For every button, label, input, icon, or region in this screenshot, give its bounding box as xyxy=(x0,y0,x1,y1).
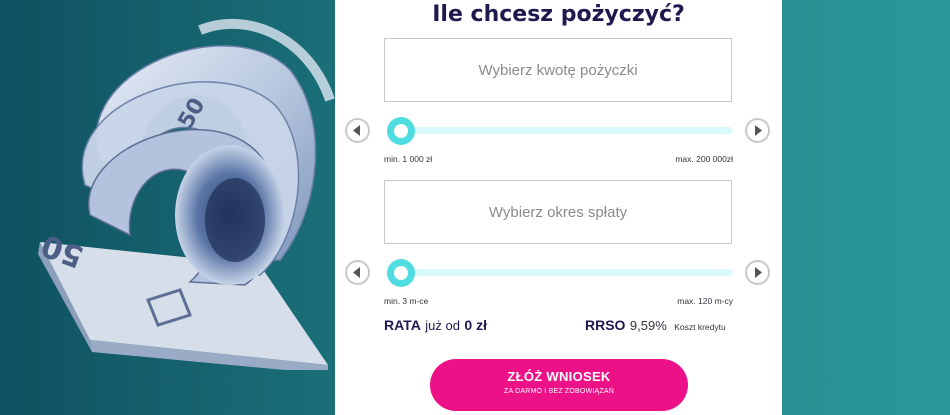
amount-increase-button[interactable] xyxy=(745,118,770,143)
period-slider-track[interactable] xyxy=(397,269,733,276)
amount-slider-track[interactable] xyxy=(397,127,733,134)
rrso-summary: RRSO 9,59% Koszt kredytu xyxy=(585,317,726,335)
chevron-left-icon xyxy=(353,125,360,136)
period-select[interactable]: Wybierz okres spłaty xyxy=(384,180,732,244)
koszt-kredytu-link[interactable]: Koszt kredytu xyxy=(674,322,726,332)
rata-summary: RATA już od 0 zł xyxy=(384,317,487,335)
chevron-right-icon xyxy=(755,125,762,136)
rrso-value: 9,59% xyxy=(629,318,667,333)
period-slider-handle[interactable] xyxy=(387,259,415,287)
amount-placeholder: Wybierz kwotę pożyczki xyxy=(478,61,638,79)
period-placeholder: Wybierz okres spłaty xyxy=(488,203,628,221)
period-max-label: max. 120 m-cy xyxy=(677,296,733,306)
amount-select[interactable]: Wybierz kwotę pożyczki xyxy=(384,38,732,102)
banknote-roll-image: 50 50 xyxy=(37,18,335,370)
period-increase-button[interactable] xyxy=(745,260,770,285)
cta-sublabel: ZA DARMO I BEZ ZOBOWIĄZAŃ xyxy=(503,388,614,395)
period-min-label: min. 3 m-ce xyxy=(384,296,429,306)
amount-slider-handle[interactable] xyxy=(387,117,415,145)
cta-label: ZŁÓŻ WNIOSEK xyxy=(507,369,611,384)
amount-decrease-button[interactable] xyxy=(345,118,370,143)
submit-application-button[interactable]: ZŁÓŻ WNIOSEK ZA DARMO I BEZ ZOBOWIĄZAŃ xyxy=(430,359,688,411)
chevron-right-icon xyxy=(755,267,762,278)
rata-label: RATA xyxy=(384,317,421,333)
amount-min-label: min. 1 000 zł xyxy=(384,154,433,164)
rata-value: 0 zł xyxy=(464,317,487,333)
page-title: Ile chcesz pożyczyć? xyxy=(432,2,685,27)
chevron-left-icon xyxy=(353,267,360,278)
amount-max-label: max. 200 000zł xyxy=(675,154,733,164)
loan-form-panel: Ile chcesz pożyczyć? Wybierz kwotę pożyc… xyxy=(335,0,782,415)
period-decrease-button[interactable] xyxy=(345,260,370,285)
rrso-label: RRSO xyxy=(585,317,626,333)
rata-prefix: już od xyxy=(425,318,460,333)
